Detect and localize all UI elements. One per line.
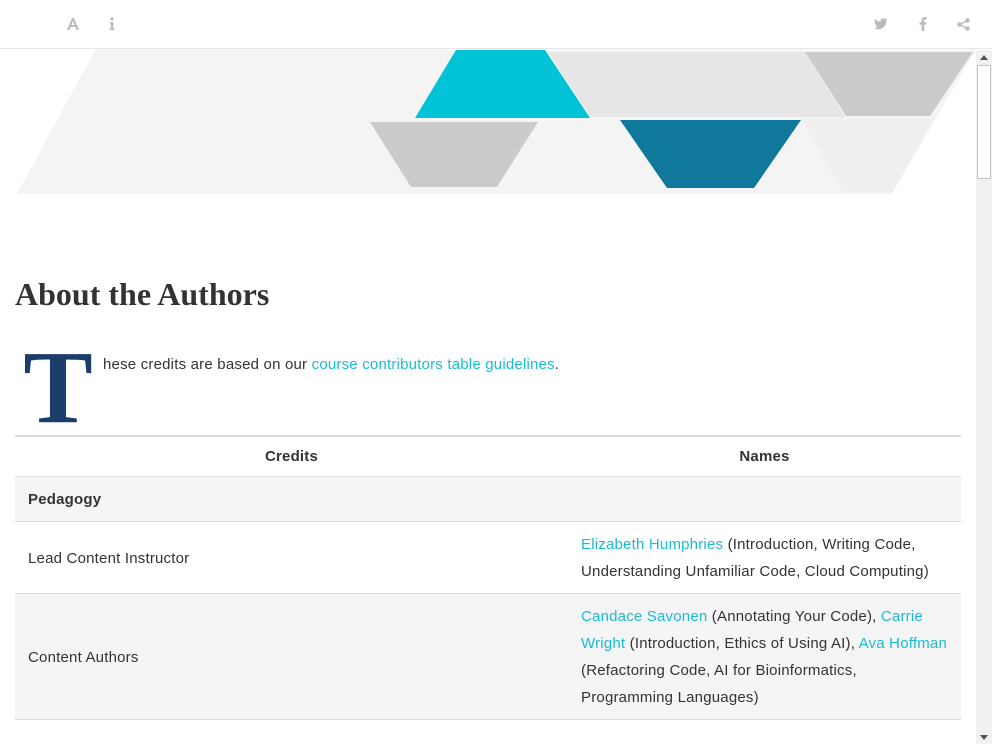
drop-cap: T: [23, 330, 93, 445]
scroll-down-button[interactable]: [976, 730, 992, 744]
credits-column-header: Credits: [15, 435, 568, 477]
info-icon: [109, 17, 115, 30]
author-link-ava-hoffman[interactable]: Ava Hoffman: [859, 635, 947, 652]
scroll-down-arrow-icon: [980, 734, 988, 740]
scroll-up-button[interactable]: [976, 50, 992, 64]
names-cell: [568, 719, 961, 744]
credits-table: Credits Names Pedagogy Lead Content Inst…: [15, 435, 961, 744]
top-toolbar: [0, 0, 992, 49]
author-contribution: (Introduction, Ethics of Using AI),: [625, 635, 859, 652]
credit-cell: [15, 719, 568, 744]
table-row: Pedagogy: [15, 476, 961, 522]
share-icon: [956, 17, 970, 31]
credit-cell: Pedagogy: [15, 476, 568, 522]
scroll-up-arrow-icon: [980, 54, 988, 60]
names-column-header: Names: [568, 435, 961, 477]
header-banner-image: [17, 50, 976, 194]
intro-text-start: hese credits are based on our: [103, 356, 312, 373]
credit-cell: Lead Content Instructor: [15, 521, 568, 594]
twitter-icon: [874, 18, 888, 30]
names-cell: [568, 476, 961, 522]
author-link-candace-savonen[interactable]: Candace Savonen: [581, 608, 707, 625]
author-contribution: (Annotating Your Code),: [707, 608, 881, 625]
table-header-row: Credits Names: [15, 435, 961, 477]
table-row: Lead Content Instructor Elizabeth Humphr…: [15, 521, 961, 594]
font-settings-button[interactable]: [61, 12, 85, 36]
table-row: [15, 719, 961, 744]
page-title: About the Authors: [15, 276, 270, 312]
share-button[interactable]: [951, 12, 975, 36]
info-button[interactable]: [100, 12, 124, 36]
intro-text-end: .: [554, 356, 560, 373]
facebook-icon: [919, 17, 927, 31]
names-cell: Candace Savonen (Annotating Your Code), …: [568, 593, 961, 720]
author-contribution: (Refactoring Code, AI for Bioinformatics…: [581, 662, 857, 706]
credit-cell: Content Authors: [15, 593, 568, 720]
course-contributors-guidelines-link[interactable]: course contributors table guidelines: [312, 356, 555, 373]
names-cell: Elizabeth Humphries (Introduction, Writi…: [568, 521, 961, 594]
author-link-elizabeth-humphries[interactable]: Elizabeth Humphries: [581, 536, 723, 553]
font-settings-icon: [67, 18, 79, 30]
table-row: Content Authors Candace Savonen (Annotat…: [15, 593, 961, 720]
twitter-share-button[interactable]: [869, 12, 893, 36]
vertical-scrollbar[interactable]: [976, 50, 992, 744]
intro-text: hese credits are based on our course con…: [103, 356, 559, 373]
main-content[interactable]: About the Authors T hese credits are bas…: [0, 50, 976, 744]
scrollbar-thumb[interactable]: [977, 65, 991, 179]
facebook-share-button[interactable]: [911, 12, 935, 36]
